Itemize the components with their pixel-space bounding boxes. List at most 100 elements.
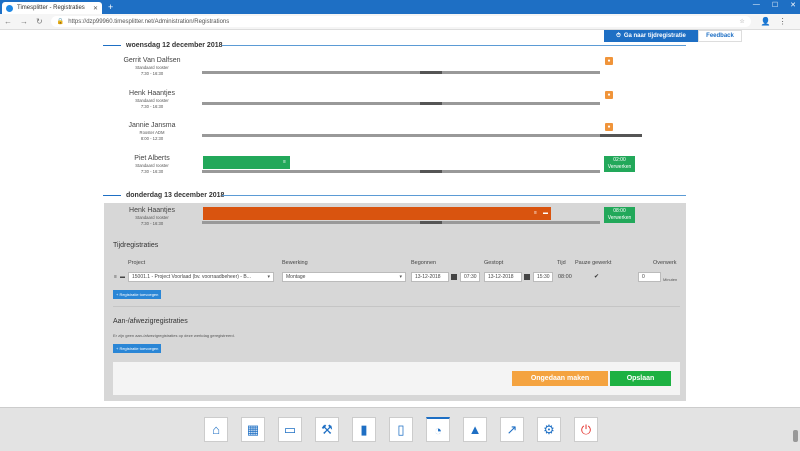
reload-icon[interactable]: ↻: [36, 17, 43, 26]
close-tab-icon[interactable]: ✕: [93, 5, 98, 12]
url-text: https://dzp99960.timesplitter.net/Admini…: [68, 18, 230, 25]
forward-icon[interactable]: →: [20, 17, 28, 26]
person-time: 7:30 - 16:30: [140, 169, 164, 174]
col-overwerk: Overwerk: [653, 260, 677, 266]
url-field[interactable]: 🔒 https://dzp99960.timesplitter.net/Admi…: [50, 16, 751, 27]
drag-handle-icon[interactable]: ≡: [114, 274, 117, 280]
new-tab-icon[interactable]: +: [108, 2, 113, 12]
person-time: 7:30 - 16:30: [140, 104, 164, 109]
chevron-down-icon: ▾: [399, 274, 402, 280]
pauze-checkbox[interactable]: ✔: [594, 273, 599, 280]
calendar-icon[interactable]: ▦: [241, 417, 265, 442]
day-header: woensdag 12 december 2018: [103, 40, 223, 50]
absence-marker-icon[interactable]: ●: [605, 123, 613, 131]
schedule-track: [202, 170, 600, 173]
box-label: Verwerken: [607, 215, 632, 221]
minimize-icon[interactable]: —: [753, 1, 760, 9]
day-line: [222, 195, 686, 196]
calendar-icon[interactable]: [451, 274, 457, 280]
person-row: Jannie Jansma Rooster ADM 8:00 - 12:30: [107, 122, 197, 141]
wrench-icon[interactable]: ⚙: [537, 417, 561, 442]
day-header: donderdag 13 december 2018: [103, 190, 224, 200]
window-close-icon[interactable]: ✕: [790, 1, 796, 9]
day-line: [222, 45, 686, 46]
gestopt-date-field[interactable]: 13-12-2018: [484, 272, 522, 282]
person-name[interactable]: Piet Alberts: [107, 155, 197, 162]
power-icon[interactable]: ⏻: [574, 417, 598, 442]
browser-tab[interactable]: Timesplitter - Registraties ✕: [2, 2, 102, 14]
day-label: woensdag 12 december 2018: [126, 41, 223, 49]
person-name[interactable]: Jannie Jansma: [107, 122, 197, 129]
hammer-icon[interactable]: ⚒: [315, 417, 339, 442]
person-time: 7:30 - 16:30: [140, 221, 164, 226]
add-absence-button[interactable]: + Registratie toevoegen: [113, 344, 162, 353]
clock-icon: ⏱: [616, 32, 621, 39]
address-bar: ← → ↻ 🔒 https://dzp99960.timesplitter.ne…: [0, 14, 800, 30]
person-roster: Standaard rooster: [135, 215, 169, 220]
tijd-value: 08:00: [558, 274, 572, 280]
tab-title: Timesplitter - Registraties: [17, 5, 85, 11]
maximize-icon[interactable]: ☐: [772, 1, 778, 9]
chart-icon[interactable]: ↗: [500, 417, 524, 442]
person-name[interactable]: Henk Haantjes: [107, 90, 197, 97]
afwezig-info: Er zijn geen aan-/afwezigregistraties op…: [113, 333, 235, 338]
bottom-dock: ⌂ ▦ ▭ ⚒ ▮ ▯ ◔ ▲ ↗ ⚙ ⏻: [0, 407, 800, 451]
day-label: donderdag 13 december 2018: [126, 191, 225, 199]
schedule-track: [202, 134, 600, 137]
person-time: 8:00 - 12:30: [140, 136, 164, 141]
account-icon[interactable]: 👤: [761, 17, 771, 26]
back-icon[interactable]: ←: [4, 17, 12, 26]
person-row: Henk Haantjes Standaard rooster 7:30 - 1…: [107, 90, 197, 109]
absence-marker-icon[interactable]: ●: [605, 57, 613, 65]
id-card-icon[interactable]: ▯: [389, 417, 413, 442]
project-value: 15001.1 - Project Voorlaad (bv. voorraad…: [132, 274, 251, 280]
undo-button[interactable]: Ongedaan maken: [512, 371, 608, 386]
box-time: 02:00: [613, 157, 626, 163]
project-select[interactable]: 15001.1 - Project Voorlaad (bv. voorraad…: [128, 272, 274, 282]
schedule-track: [202, 71, 600, 74]
overwerk-field[interactable]: 0: [638, 272, 661, 282]
chevron-down-icon: ▾: [267, 274, 270, 280]
begonnen-date-field[interactable]: 13-12-2018: [411, 272, 449, 282]
browser-menu-icon[interactable]: ⋮: [779, 17, 787, 26]
break-segment: [420, 71, 442, 74]
road-icon[interactable]: ▲: [463, 417, 487, 442]
calendar-icon[interactable]: [524, 274, 530, 280]
schedule-track: [202, 102, 600, 105]
col-pauze: Pauze gewerkt: [575, 260, 612, 266]
col-tijd: Tijd: [557, 260, 566, 266]
registration-bar[interactable]: [203, 207, 551, 220]
verwerken-button[interactable]: 02:00 Verwerken: [604, 156, 635, 172]
bookmark-star-icon[interactable]: ☆: [739, 18, 744, 25]
schedule-track: [202, 221, 600, 224]
scrollbar-thumb[interactable]: [793, 430, 798, 442]
gestopt-time-field[interactable]: 15:30: [533, 272, 553, 282]
overwerk-unit: Minuten: [663, 277, 678, 282]
day-line-left: [103, 194, 121, 196]
begonnen-time-field[interactable]: 07:30: [460, 272, 480, 282]
add-registration-button[interactable]: + Registratie toevoegen: [113, 290, 162, 299]
monitor-icon[interactable]: ▭: [278, 417, 302, 442]
comment-icon[interactable]: ▬: [120, 274, 125, 280]
verwerken-button[interactable]: 08:00 Verwerken: [604, 207, 635, 223]
feedback-button[interactable]: Feedback: [698, 30, 742, 42]
col-gestopt: Gestopt: [484, 260, 504, 266]
person-roster: Standaard rooster: [135, 65, 169, 70]
window-controls: — ☐ ✕: [753, 1, 796, 9]
time-registration-icon[interactable]: ◔: [426, 417, 450, 442]
person-name[interactable]: Henk Haantjes: [107, 207, 197, 214]
break-segment: [420, 102, 442, 105]
save-button[interactable]: Opslaan: [610, 371, 671, 386]
registration-bar[interactable]: [203, 156, 290, 169]
person-name[interactable]: Gerrit Van Dalfsen: [107, 57, 197, 64]
tijdregistratie-button[interactable]: ⏱ Ga naar tijdregistratie: [604, 30, 698, 42]
note-icon: ≡: [534, 210, 537, 216]
bewerking-value: Montage: [286, 274, 306, 280]
book-icon[interactable]: ▮: [352, 417, 376, 442]
home-icon[interactable]: ⌂: [204, 417, 228, 442]
bewerking-select[interactable]: Montage ▾: [282, 272, 406, 282]
note-icon: ≡: [283, 159, 286, 165]
person-row: Gerrit Van Dalfsen Standaard rooster 7:3…: [107, 57, 197, 76]
break-segment: [420, 221, 442, 224]
absence-marker-icon[interactable]: ●: [605, 91, 613, 99]
